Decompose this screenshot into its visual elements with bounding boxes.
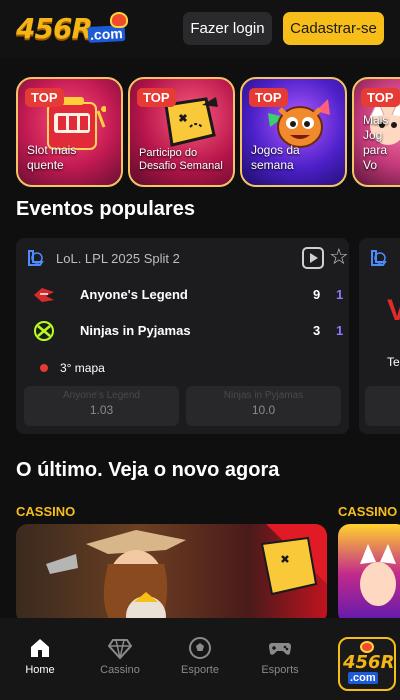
game-banner-cassino-next[interactable]: [338, 524, 400, 624]
team-name-partial: Te: [387, 355, 400, 369]
game-banner-cassino[interactable]: [16, 524, 327, 624]
league-name: LoL. LPL 2025 Split 2: [56, 251, 180, 266]
diamond-icon: [108, 639, 132, 660]
nav-label: Esports: [261, 664, 299, 676]
promo-label: Mais Jog para Vo: [363, 113, 389, 172]
home-icon: [31, 639, 49, 657]
promo-card-weekly-games[interactable]: TOP Jogos da semana: [240, 77, 347, 187]
team-logo-partial: V: [387, 294, 400, 327]
odd-button-team1[interactable]: Anyone's Legend 1.03: [24, 386, 179, 426]
odd-team-name: Ninjas in Pyjamas: [223, 390, 304, 401]
lol-league-logo-icon: [371, 250, 387, 266]
team-name: Ninjas in Pyjamas: [80, 323, 191, 338]
team-row: Ninjas in Pyjamas 3 1: [32, 320, 343, 342]
odd-value: 10.0: [251, 403, 276, 417]
promo-label: Participo do Desafio Semanal: [139, 147, 223, 172]
team-map-score: 1: [336, 287, 344, 302]
top-header: 456R .com Fazer login Cadastrar-se: [0, 0, 400, 58]
nav-label: Home: [25, 664, 55, 676]
signup-button[interactable]: Cadastrar-se: [283, 12, 384, 45]
team-name: Anyone's Legend: [80, 287, 188, 302]
promo-label: Slot mais quente: [27, 143, 77, 172]
promo-card-more-games[interactable]: TOP Mais Jog para Vo: [352, 77, 400, 187]
category-label-cassino: CASSINO: [16, 504, 76, 519]
logo-mascot-icon: [110, 12, 128, 28]
site-logo[interactable]: 456R .com: [16, 10, 128, 45]
promo-carousel[interactable]: TOP Slot mais quente TOP Participo do De…: [16, 77, 400, 187]
lol-league-logo-icon: [28, 250, 44, 266]
nav-label: Esporte: [181, 664, 219, 676]
latest-title: O último. Veja o novo agora: [16, 459, 280, 481]
odd-button-team2[interactable]: Ninjas in Pyjamas 10.0: [186, 386, 341, 426]
current-map-label: 3° mapa: [60, 361, 105, 375]
app-badge-suffix: .com: [348, 672, 378, 684]
category-label-cassino: CASSINO: [338, 504, 398, 519]
nav-item-esports[interactable]: Esports: [250, 636, 310, 676]
promo-card-weekly-challenge[interactable]: TOP Participo do Desafio Semanal: [128, 77, 235, 187]
ninjas-in-pyjamas-logo-icon: [34, 321, 54, 341]
soccer-ball-icon: [189, 637, 211, 659]
odd-team-name: Anyone's Legend: [63, 390, 140, 401]
live-indicator-dot: [40, 364, 48, 372]
popular-events-title: Eventos populares: [16, 198, 195, 220]
odd-value: 1.03: [89, 403, 114, 417]
game-art-cowgirl-icon: [46, 524, 327, 624]
favorite-star-icon[interactable]: ☆: [329, 245, 349, 269]
login-button[interactable]: Fazer login: [183, 12, 272, 45]
game-art-character-icon: [360, 544, 396, 606]
app-download-badge[interactable]: 456R .com: [338, 637, 396, 691]
gamepad-icon: [269, 643, 291, 655]
nav-item-home[interactable]: Home: [10, 636, 70, 676]
team-score: 3: [313, 323, 321, 338]
top-badge: TOP: [137, 88, 176, 107]
odd-button-partial[interactable]: [365, 386, 400, 426]
nav-item-esporte[interactable]: Esporte: [170, 636, 230, 676]
event-card-next[interactable]: V Te: [359, 238, 400, 434]
team-map-score: 1: [336, 323, 344, 338]
anyones-legend-logo-icon: [34, 288, 54, 302]
team-score: 9: [313, 287, 321, 302]
promo-card-hot-slot[interactable]: TOP Slot mais quente: [16, 77, 123, 187]
logo-text: 456R: [16, 12, 93, 45]
play-stream-icon[interactable]: [302, 247, 324, 269]
team-row: Anyone's Legend 9 1: [32, 284, 343, 306]
app-badge-text: 456R: [343, 652, 395, 673]
promo-label: Jogos da semana: [251, 143, 300, 172]
top-badge: TOP: [249, 88, 288, 107]
nav-item-cassino[interactable]: Cassino: [90, 636, 150, 676]
top-badge: TOP: [361, 88, 400, 107]
top-badge: TOP: [25, 88, 64, 107]
nav-label: Cassino: [100, 664, 140, 676]
